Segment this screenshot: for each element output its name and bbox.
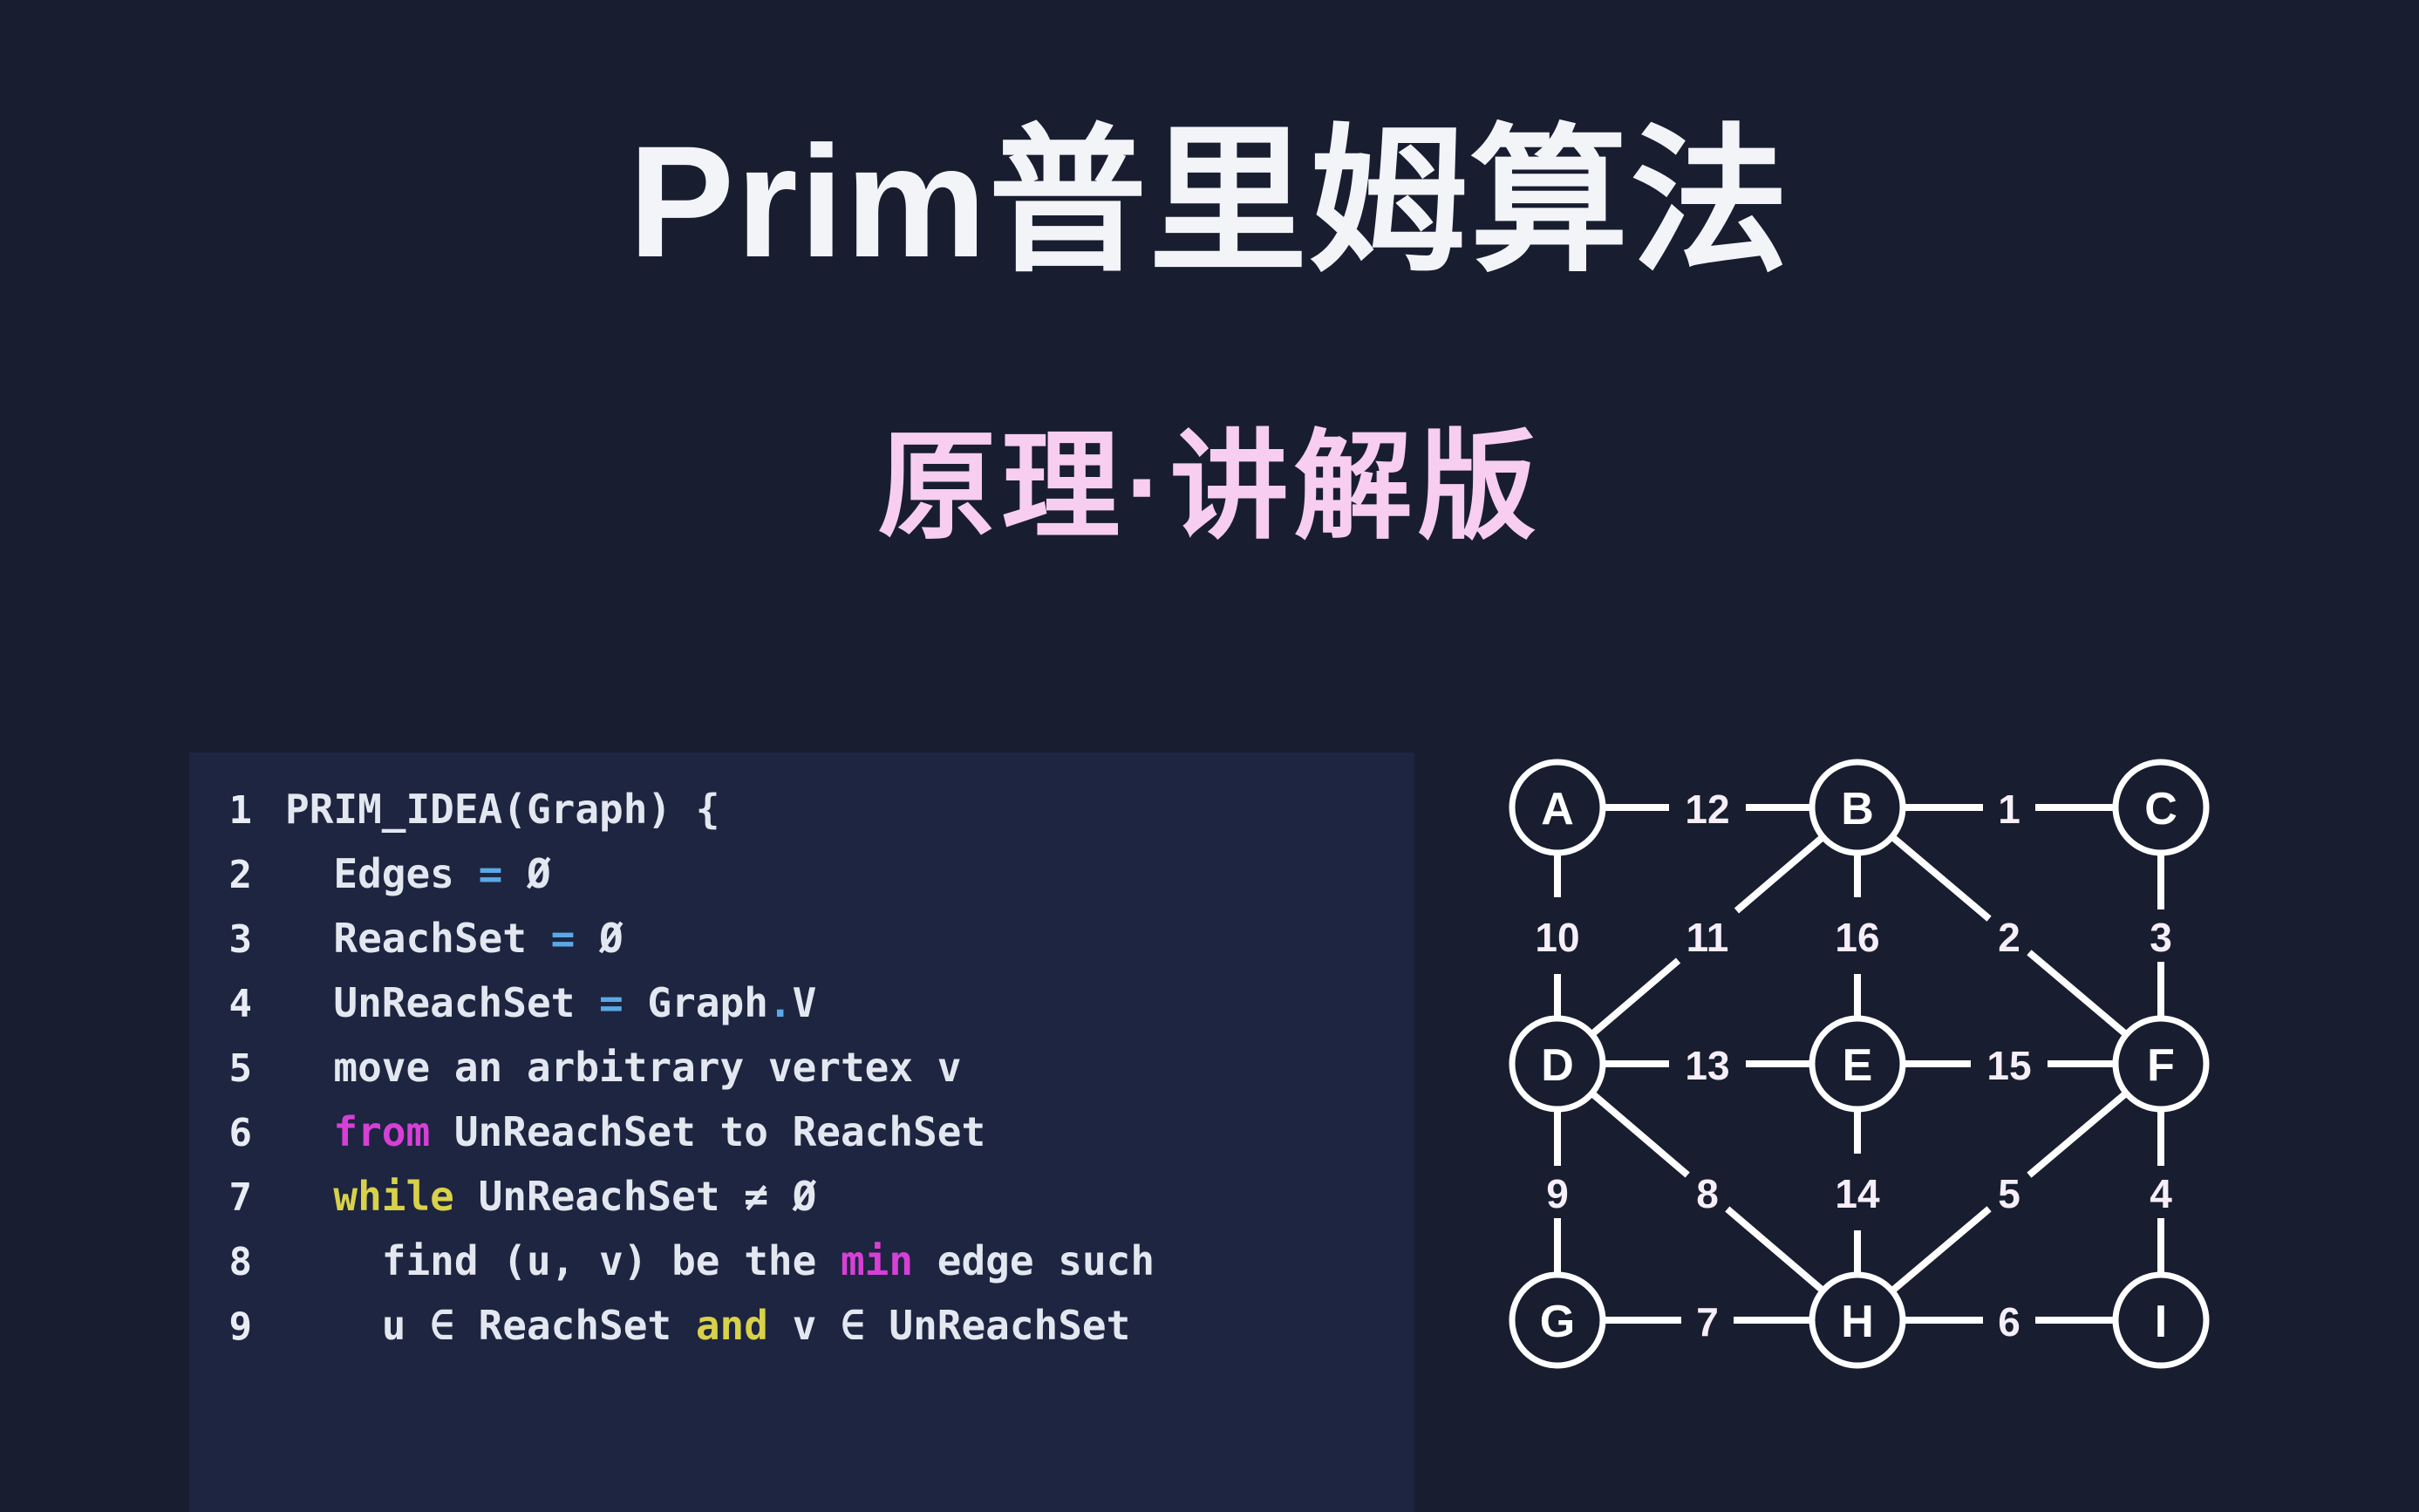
graph-node-label: E bbox=[1843, 1040, 1873, 1091]
graph-edge-weight: 7 bbox=[1696, 1299, 1719, 1345]
graph-edge-weight: 14 bbox=[1835, 1171, 1880, 1216]
code-line: 7 while UnReachSet ≠ Ø bbox=[189, 1164, 1414, 1229]
code-token: = bbox=[599, 979, 623, 1026]
code-line-text: ReachSet = Ø bbox=[285, 906, 623, 971]
code-token: ReachSet bbox=[285, 915, 551, 962]
code-token: . bbox=[767, 979, 793, 1026]
pseudocode-lines: 1 PRIM_IDEA(Graph) {2 Edges = Ø3 ReachSet… bbox=[189, 777, 1414, 1358]
line-number: 4 bbox=[228, 982, 253, 1026]
graph-node-label: D bbox=[1541, 1040, 1574, 1091]
code-line-text: move an arbitrary vertex v bbox=[285, 1035, 961, 1100]
code-line: 3 ReachSet = Ø bbox=[189, 906, 1414, 971]
code-token: PRIM_IDEA(Graph) { bbox=[285, 786, 720, 833]
code-line-text: find (u, v) be the min edge such bbox=[285, 1229, 1155, 1293]
code-token: Ø bbox=[575, 915, 623, 962]
graph-edge bbox=[1890, 834, 1992, 922]
graph-edge-weight: 9 bbox=[1546, 1171, 1569, 1216]
code-line-text: PRIM_IDEA(Graph) { bbox=[285, 777, 720, 841]
line-number: 1 bbox=[228, 788, 253, 833]
graph-edge-weight: 10 bbox=[1535, 915, 1579, 960]
graph-edge-weight: 16 bbox=[1835, 915, 1879, 960]
code-line: 6 from UnReachSet to ReachSet bbox=[189, 1100, 1414, 1164]
graph-edge-weight: 3 bbox=[2150, 915, 2172, 960]
graph-edge bbox=[1589, 1090, 1690, 1178]
code-token: V bbox=[792, 979, 817, 1026]
code-line: 8 find (u, v) be the min edge such bbox=[189, 1229, 1414, 1293]
code-token: = bbox=[478, 850, 503, 897]
graph-edge-weight: 13 bbox=[1685, 1043, 1729, 1088]
graph-edge-weight: 2 bbox=[1998, 915, 2020, 960]
line-number: 5 bbox=[228, 1046, 253, 1091]
graph-edge bbox=[1734, 834, 1826, 914]
code-line: 4 UnReachSet = Graph.V bbox=[189, 971, 1414, 1035]
graph-edge-weight: 5 bbox=[1998, 1171, 2020, 1216]
graph-edge-weight: 6 bbox=[1998, 1299, 2020, 1345]
code-token: UnReachSet bbox=[285, 979, 600, 1026]
graph-node-label: I bbox=[2155, 1297, 2167, 1347]
code-token: Ø bbox=[502, 850, 551, 897]
code-token: v ∈ UnReachSet bbox=[767, 1302, 1131, 1349]
pseudocode-panel: 1 PRIM_IDEA(Graph) {2 Edges = Ø3 ReachSet… bbox=[189, 753, 1414, 1512]
graph-edge bbox=[1589, 957, 1681, 1038]
graph-edge bbox=[2027, 950, 2129, 1038]
line-number: 7 bbox=[228, 1175, 253, 1220]
graph-edge bbox=[2027, 1090, 2129, 1178]
code-token: u ∈ ReachSet bbox=[285, 1302, 696, 1349]
code-token: UnReachSet to ReachSet bbox=[430, 1108, 986, 1155]
graph-node-label: F bbox=[2147, 1040, 2175, 1091]
code-token: UnReachSet ≠ Ø bbox=[453, 1173, 817, 1220]
line-number: 8 bbox=[228, 1240, 253, 1284]
code-token: and bbox=[695, 1302, 768, 1349]
graph-node-label: H bbox=[1841, 1297, 1874, 1347]
page-subtitle: 原理·讲解版 bbox=[877, 420, 1542, 553]
code-line: 2 Edges = Ø bbox=[189, 841, 1414, 906]
graph-node-label: A bbox=[1541, 784, 1574, 834]
graph-edge bbox=[1725, 1206, 1826, 1294]
graph-edge-weight: 1 bbox=[1998, 787, 2020, 832]
graph-node-label: G bbox=[1540, 1297, 1575, 1347]
code-token: find (u, v) be the bbox=[285, 1237, 841, 1284]
graph-edge-weight: 11 bbox=[1686, 915, 1729, 960]
slide-canvas: Prim普里姆算法 原理·讲解版 1 PRIM_IDEA(Graph) { 2 Ed… bbox=[0, 0, 2419, 1512]
line-number: 2 bbox=[228, 853, 253, 897]
code-line: 5 move an arbitrary vertex v bbox=[189, 1035, 1414, 1100]
graph-edge-weight: 15 bbox=[1986, 1043, 2031, 1088]
graph-node-label: C bbox=[2144, 784, 2177, 834]
graph-edge-weight: 12 bbox=[1685, 787, 1729, 832]
code-token: while bbox=[333, 1173, 454, 1220]
code-token: = bbox=[550, 915, 576, 962]
weighted-graph-diagram: A B C D E F G H I 12 1 10 11 16 2 3 13 15 9 8 14 5 4 7 6 bbox=[1474, 724, 2241, 1404]
line-number: 9 bbox=[228, 1304, 253, 1349]
graph-edge bbox=[1890, 1206, 1992, 1294]
code-line-text: from UnReachSet to ReachSet bbox=[285, 1100, 985, 1164]
code-token: move an arbitrary vertex v bbox=[285, 1044, 962, 1091]
graph-node-label: B bbox=[1841, 784, 1874, 834]
code-line-text: u ∈ ReachSet and v ∈ UnReachSet bbox=[285, 1293, 1131, 1358]
code-token: edge such bbox=[913, 1237, 1155, 1284]
code-line: 9 u ∈ ReachSet and v ∈ UnReachSet bbox=[189, 1293, 1414, 1358]
code-token: Graph bbox=[623, 979, 768, 1026]
line-number: 6 bbox=[228, 1111, 253, 1155]
graph-edge-weight: 8 bbox=[1696, 1171, 1719, 1216]
code-token: min bbox=[840, 1237, 914, 1284]
graph-svg: A B C D E F G H I 12 1 10 11 16 2 3 13 15 9 8 14 5 4 7 6 bbox=[1509, 759, 2210, 1369]
code-line: 1 PRIM_IDEA(Graph) { bbox=[189, 777, 1414, 841]
line-number: 3 bbox=[228, 917, 253, 962]
page-title: Prim普里姆算法 bbox=[628, 112, 1791, 290]
code-line-text: UnReachSet = Graph.V bbox=[285, 971, 816, 1035]
code-token: from bbox=[333, 1108, 431, 1155]
graph-edge-weight: 4 bbox=[2150, 1171, 2172, 1216]
code-line-text: Edges = Ø bbox=[285, 841, 551, 906]
code-line-text: while UnReachSet ≠ Ø bbox=[285, 1164, 816, 1229]
code-token: Edges bbox=[285, 850, 479, 897]
